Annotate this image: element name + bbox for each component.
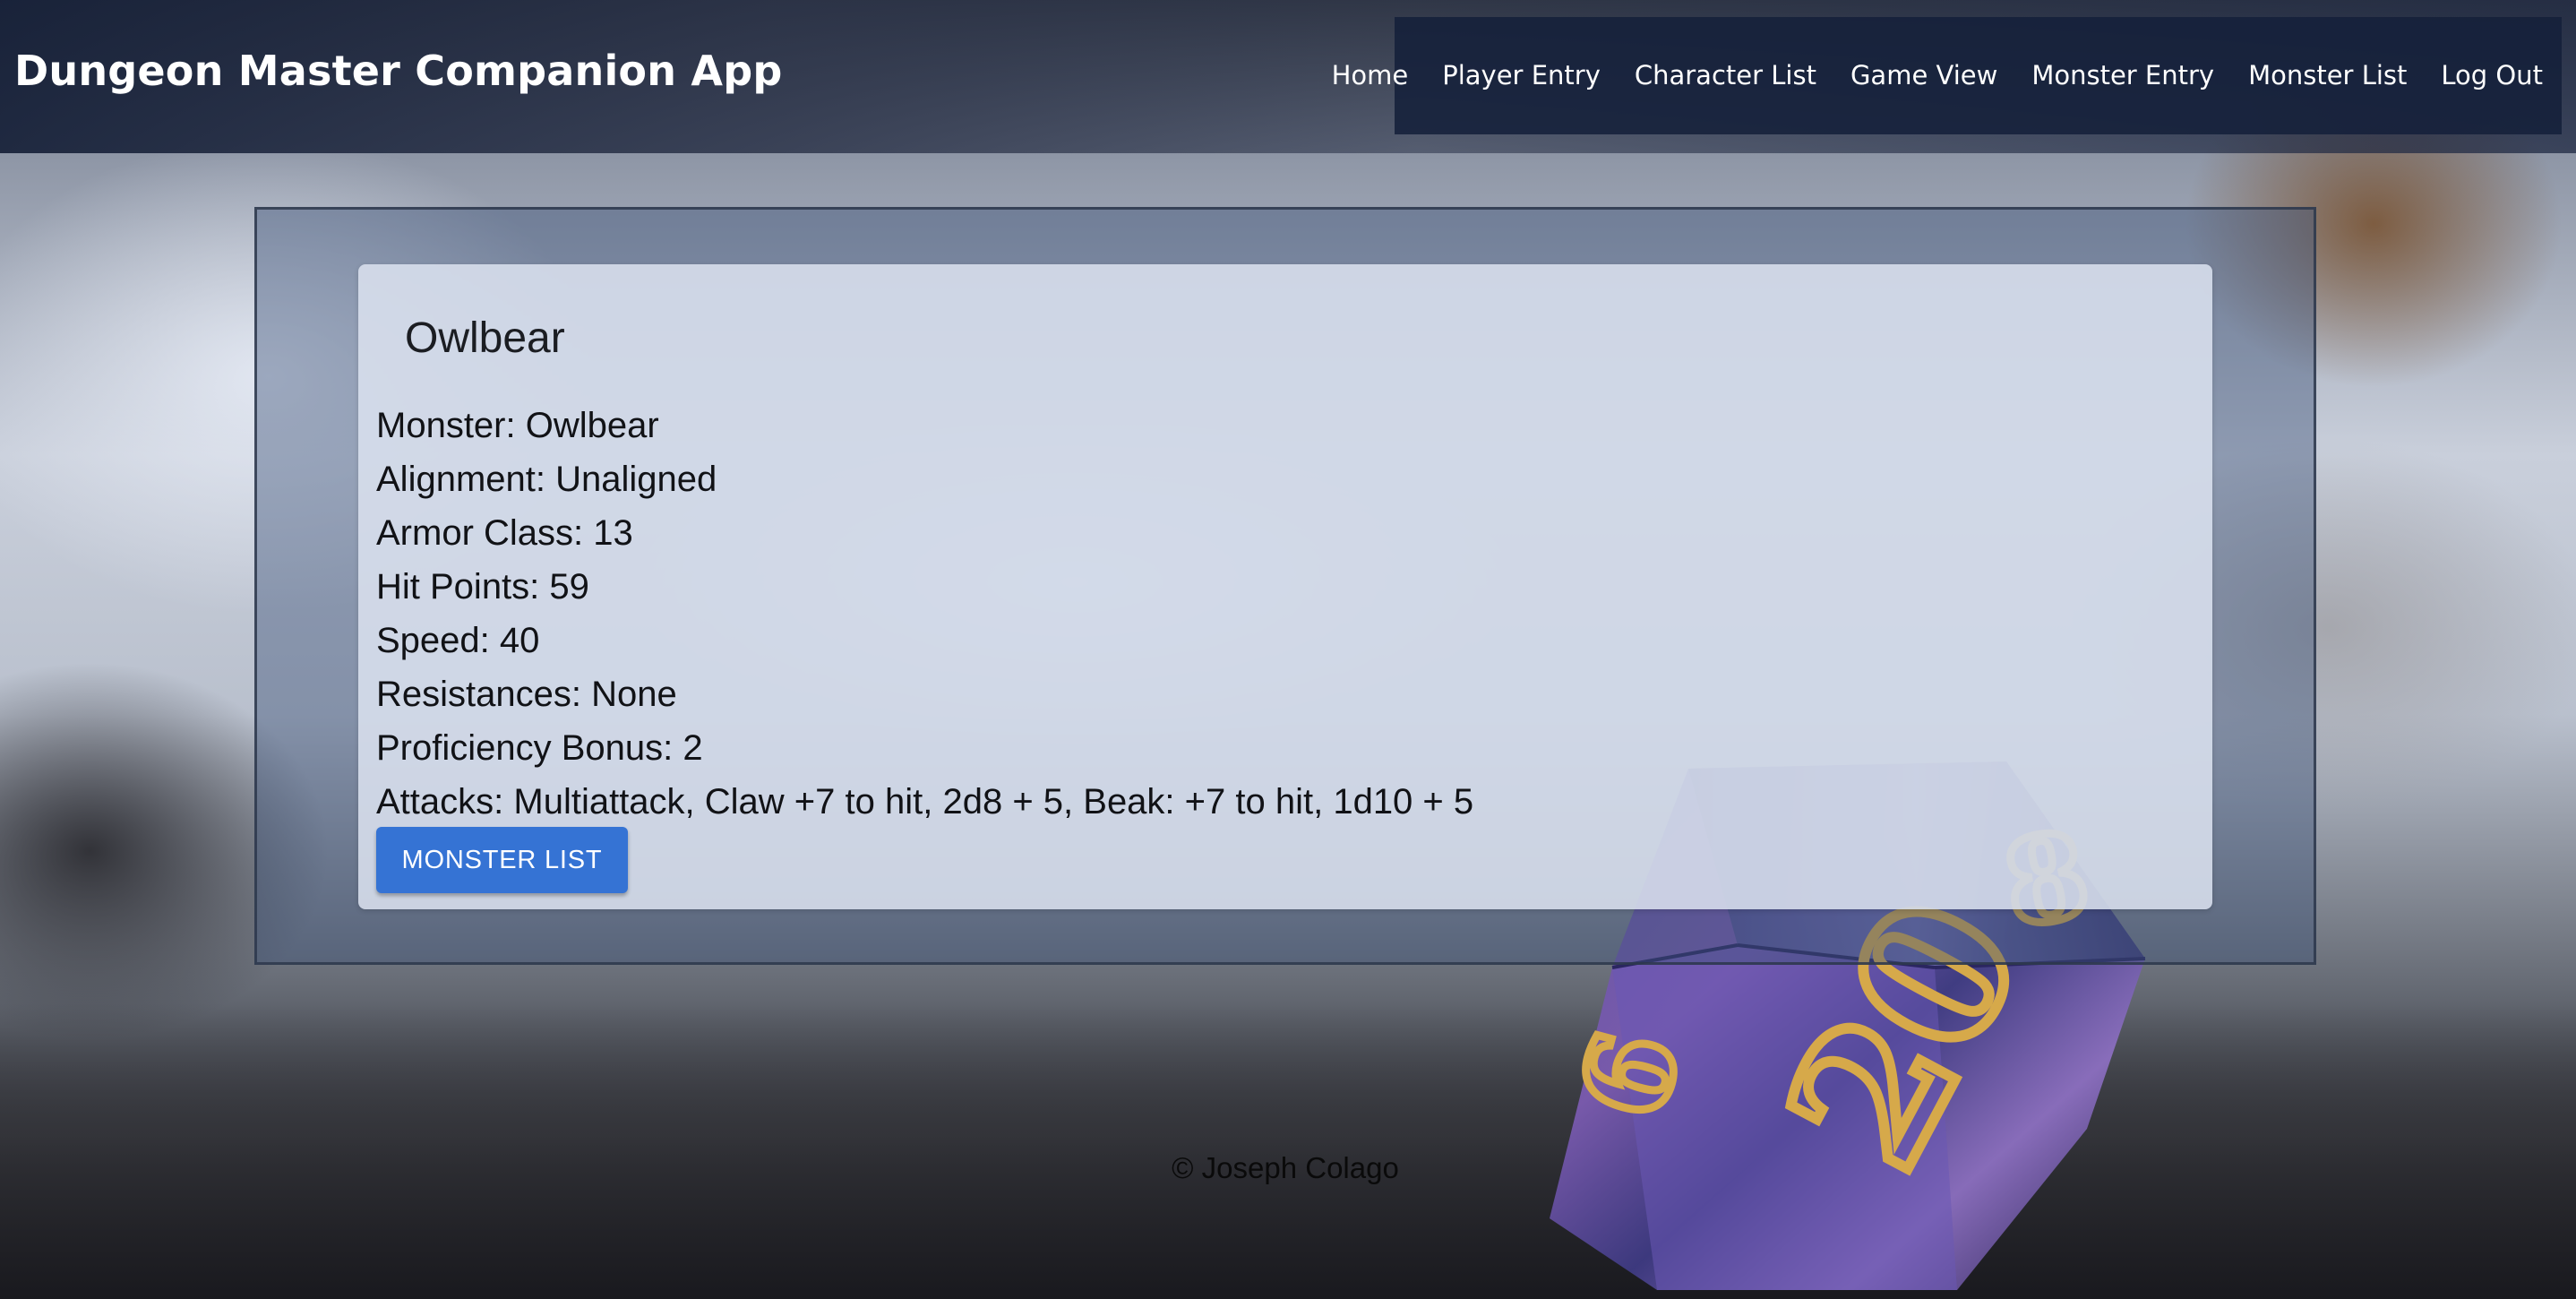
nav-player-entry[interactable]: Player Entry [1425, 17, 1618, 134]
app-title: Dungeon Master Companion App [14, 47, 783, 95]
monster-title: Owlbear [405, 314, 565, 362]
monster-card: Owlbear Monster: Owlbear Alignment: Unal… [358, 264, 2212, 909]
app-header: Dungeon Master Companion App Home Player… [0, 0, 2576, 153]
stat-resistances: Resistances: None [376, 675, 677, 714]
nav-log-out[interactable]: Log Out [2424, 17, 2560, 134]
stat-attacks: Attacks: Multiattack, Claw +7 to hit, 2d… [376, 782, 1474, 822]
stat-hit-points: Hit Points: 59 [376, 567, 589, 606]
nav-character-list[interactable]: Character List [1618, 17, 1833, 134]
monster-stats-list: Monster: Owlbear Alignment: Unaligned Ar… [376, 399, 1473, 829]
nav-monster-list[interactable]: Monster List [2231, 17, 2424, 134]
nav-home[interactable]: Home [1315, 17, 1426, 134]
stat-speed: Speed: 40 [376, 621, 540, 660]
nav-monster-entry[interactable]: Monster Entry [2014, 17, 2231, 134]
stat-alignment: Alignment: Unaligned [376, 460, 717, 499]
page-footer: © Joseph Colago [0, 1151, 2576, 1185]
stat-proficiency-bonus: Proficiency Bonus: 2 [376, 728, 703, 768]
main-nav: Home Player Entry Character List Game Vi… [1332, 17, 2562, 134]
monster-list-button[interactable]: MONSTER LIST [376, 827, 628, 893]
copyright-text: © Joseph Colago [1172, 1151, 1399, 1184]
nav-game-view[interactable]: Game View [1833, 17, 2014, 134]
stat-armor-class: Armor Class: 13 [376, 513, 633, 553]
stat-monster: Monster: Owlbear [376, 406, 659, 445]
